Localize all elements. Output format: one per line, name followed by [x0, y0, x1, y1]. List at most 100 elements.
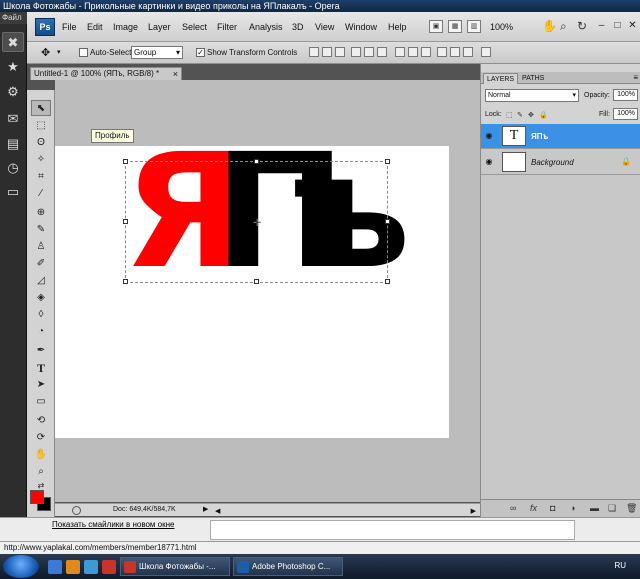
tools-icon[interactable]: ✖	[2, 32, 24, 52]
new-group-icon[interactable]: ▬	[590, 503, 599, 513]
hand-tool-icon[interactable]: ✋	[31, 447, 51, 463]
hand-icon[interactable]: ✋	[542, 19, 557, 33]
menu-filter[interactable]: Filter	[217, 22, 237, 32]
zoom-icon[interactable]: ⌕	[560, 19, 567, 34]
menu-file[interactable]: File	[62, 22, 77, 32]
eye-icon[interactable]: ◉	[484, 131, 494, 141]
clone-stamp-icon[interactable]: ♙	[31, 239, 51, 255]
menu-edit[interactable]: Edit	[87, 22, 103, 32]
eyedropper-icon[interactable]: ⁄	[31, 186, 51, 202]
layer-row-background[interactable]: ◉ Background 🔒	[481, 150, 640, 175]
document-tab[interactable]: Untitled-1 @ 100% (ЯПъ, RGB/8) * ×	[30, 67, 182, 80]
mail-icon[interactable]: ✉	[2, 109, 24, 129]
paint-bucket-icon[interactable]: ◈	[31, 290, 51, 306]
show-smileys-link[interactable]: Показать смайлики в новом окне	[52, 520, 174, 529]
lock-all-icon[interactable]: 🔒	[539, 111, 548, 119]
distribute-hcenter-icon[interactable]	[450, 47, 460, 57]
distribute-right-icon[interactable]	[463, 47, 473, 57]
shape-tool-icon[interactable]: ▭	[31, 394, 51, 410]
bridge-icon[interactable]: ▣	[429, 20, 443, 33]
menu-help[interactable]: Help	[388, 22, 407, 32]
eraser-tool-icon[interactable]: ◿	[31, 273, 51, 289]
opacity-field[interactable]: 100%	[613, 89, 638, 101]
blur-tool-icon[interactable]: ◊	[31, 307, 51, 323]
history-clock-icon[interactable]: ◷	[2, 158, 24, 178]
transform-handle-bc[interactable]	[254, 279, 259, 284]
transform-handle-tr[interactable]	[385, 159, 390, 164]
notes-icon[interactable]: ▤	[2, 134, 24, 154]
internet-explorer-icon[interactable]	[84, 560, 98, 574]
dodge-tool-icon[interactable]: ◔	[31, 324, 51, 340]
arrange-icon[interactable]: ▥	[467, 20, 481, 33]
pen-tool-icon[interactable]: ✒	[31, 343, 51, 359]
path-selection-icon[interactable]: ➤	[31, 377, 51, 393]
move-tool-icon[interactable]: ⬉	[31, 100, 51, 116]
add-mask-icon[interactable]: ◘	[550, 503, 555, 513]
tab-paths[interactable]: PATHS	[519, 73, 547, 84]
menu-layer[interactable]: Layer	[148, 22, 171, 32]
history-brush-icon[interactable]: ✐	[31, 256, 51, 272]
new-layer-icon[interactable]: ❏	[608, 503, 616, 514]
transform-handle-tc[interactable]	[254, 159, 259, 164]
distribute-left-icon[interactable]	[437, 47, 447, 57]
bookmarks-star-icon[interactable]: ★	[2, 57, 24, 77]
layer-name[interactable]: Background	[531, 158, 574, 167]
adjustment-layer-icon[interactable]: ◑	[570, 503, 575, 513]
zoom-level[interactable]: 100%	[490, 22, 513, 32]
foreground-color-swatch[interactable]	[30, 490, 44, 504]
show-transform-checkbox[interactable]: ✓	[196, 48, 205, 57]
layer-style-icon[interactable]: fx	[530, 503, 537, 513]
3d-orbit-icon[interactable]: ⟳	[31, 430, 51, 446]
tab-layers[interactable]: LAYERS	[483, 73, 519, 84]
align-top-icon[interactable]	[309, 47, 319, 57]
lasso-tool-icon[interactable]: ʘ	[31, 135, 51, 151]
settings-gear-icon[interactable]: ⚙	[2, 82, 24, 102]
taskbar-photoshop-window[interactable]: Adobe Photoshop C...	[233, 557, 343, 576]
distribute-top-icon[interactable]	[395, 47, 405, 57]
close-icon[interactable]: ✕	[626, 19, 639, 32]
maximize-icon[interactable]: □	[611, 19, 624, 32]
layer-name[interactable]: ЯПъ	[531, 132, 548, 141]
menu-image[interactable]: Image	[113, 22, 138, 32]
panel-menu-icon[interactable]: ≡	[633, 73, 638, 82]
fill-field[interactable]: 100%	[613, 108, 638, 120]
menu-analysis[interactable]: Analysis	[249, 22, 283, 32]
layer-row-text[interactable]: ◉ T ЯПъ	[481, 124, 640, 149]
media-player-icon[interactable]	[66, 560, 80, 574]
align-left-icon[interactable]	[351, 47, 361, 57]
align-right-icon[interactable]	[377, 47, 387, 57]
link-layers-icon[interactable]: ∞	[510, 503, 516, 513]
status-menu-arrow-icon[interactable]: ▶	[203, 504, 208, 516]
distribute-vcenter-icon[interactable]	[408, 47, 418, 57]
chevron-down-icon[interactable]: ▾	[57, 48, 61, 56]
menu-window[interactable]: Window	[345, 22, 377, 32]
mini-bridge-icon[interactable]: ▦	[448, 20, 462, 33]
distribute-bottom-icon[interactable]	[421, 47, 431, 57]
transform-center-icon[interactable]: ✛	[253, 218, 261, 229]
healing-brush-icon[interactable]: ⊕	[31, 205, 51, 221]
menu-view[interactable]: View	[315, 22, 334, 32]
rotate-view-icon[interactable]: ↻	[577, 19, 587, 33]
zoom-status-icon[interactable]	[72, 506, 81, 515]
windows-icon[interactable]: ▭	[2, 182, 24, 202]
close-tab-icon[interactable]: ×	[173, 68, 178, 80]
auto-select-checkbox[interactable]	[79, 48, 88, 57]
lock-transparent-icon[interactable]: ⬚	[506, 111, 513, 119]
comment-textarea[interactable]	[210, 520, 575, 540]
delete-layer-icon[interactable]: 🗑	[626, 503, 637, 514]
align-vcenter-icon[interactable]	[322, 47, 332, 57]
3d-rotate-icon[interactable]: ⟲	[31, 413, 51, 429]
transform-handle-br[interactable]	[385, 279, 390, 284]
lock-position-icon[interactable]: ✥	[528, 111, 534, 119]
align-bottom-icon[interactable]	[335, 47, 345, 57]
menu-3d[interactable]: 3D	[292, 22, 304, 32]
lock-image-icon[interactable]: ✎	[517, 111, 523, 119]
show-desktop-icon[interactable]	[48, 560, 62, 574]
align-hcenter-icon[interactable]	[364, 47, 374, 57]
transform-handle-tl[interactable]	[123, 159, 128, 164]
eye-icon[interactable]: ◉	[484, 157, 494, 167]
move-tool-preset-icon[interactable]: ✥	[41, 46, 50, 59]
transform-handle-ml[interactable]	[123, 219, 128, 224]
blend-mode-dropdown[interactable]: Normal	[485, 89, 579, 102]
marquee-tool-icon[interactable]: ⬚	[31, 118, 51, 134]
